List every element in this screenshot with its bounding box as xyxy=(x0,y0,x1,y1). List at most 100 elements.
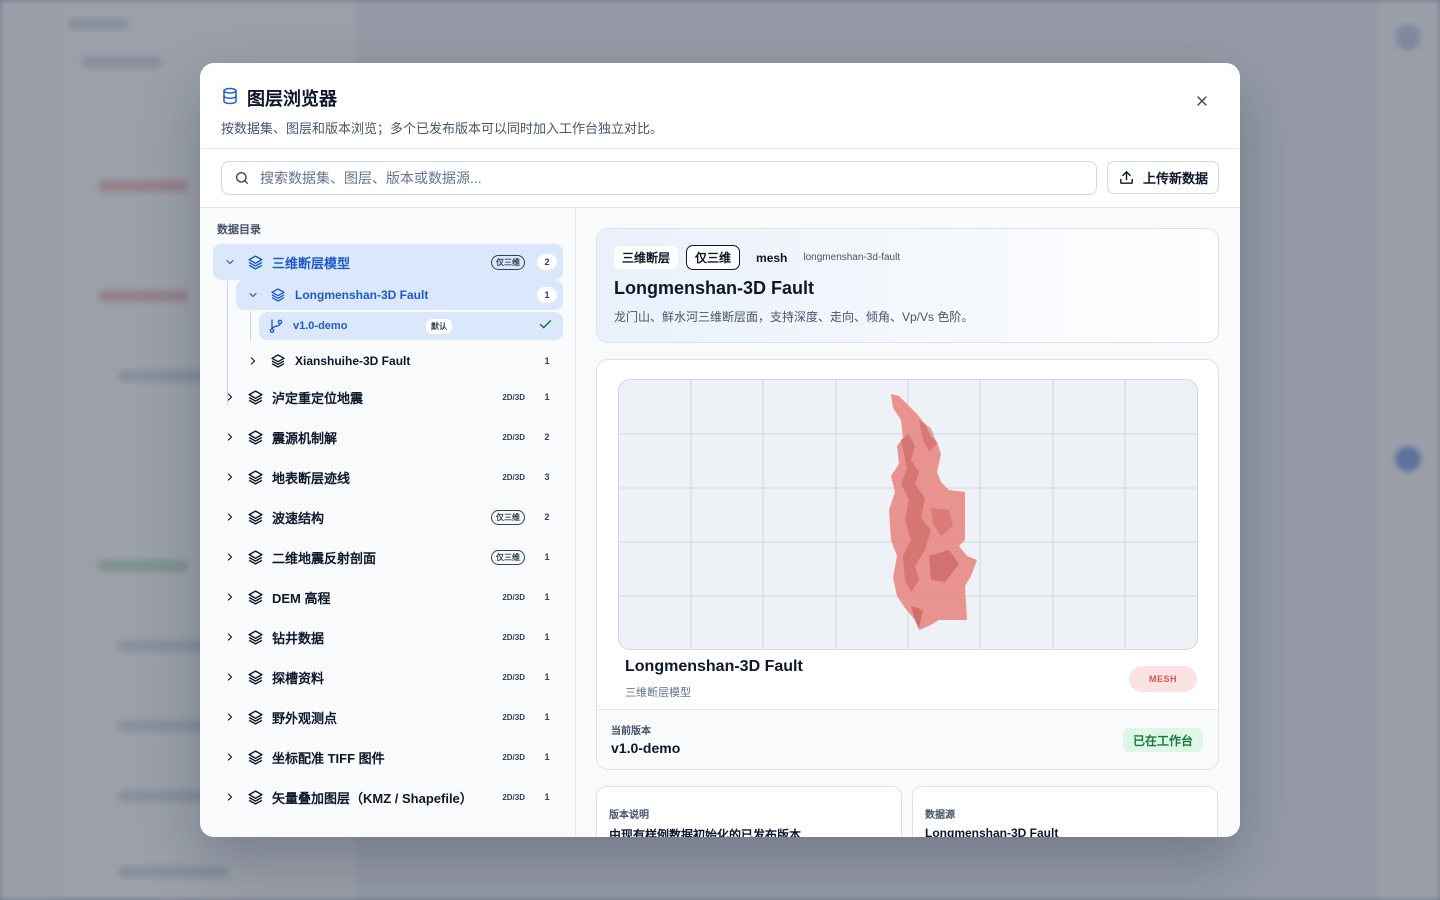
release-notes-card: 版本说明 由现有样例数据初始化的已发布版本 xyxy=(596,786,902,837)
modal-subtitle: 按数据集、图层和版本浏览；多个已发布版本可以同时加入工作台独立对比。 xyxy=(221,121,664,136)
chevron-right-icon[interactable] xyxy=(222,509,238,525)
tree-group-item[interactable]: 波速结构 仅三维 2 xyxy=(213,499,563,535)
modal-title: 图层浏览器 xyxy=(247,89,337,109)
tree-group-3d-fault-model[interactable]: 三维断层模型 仅三维 2 xyxy=(213,244,563,280)
layers-icon xyxy=(246,428,264,446)
tree-group-label: 三维断层模型 xyxy=(272,255,351,271)
tree-group-label: 坐标配准 TIFF 图件 xyxy=(272,750,385,766)
tree-group-item[interactable]: 野外观测点 2D/3D 1 xyxy=(213,699,563,735)
dimension-badge: 2D/3D xyxy=(502,472,525,482)
search-box xyxy=(221,161,1097,195)
layer-summary-card: 三维断层 仅三维 mesh longmenshan-3d-fault Longm… xyxy=(596,228,1219,343)
chevron-right-icon[interactable] xyxy=(222,589,238,605)
tree-group-label: 震源机制解 xyxy=(272,430,338,446)
type-tag: MESH xyxy=(1129,666,1197,692)
modal-header: 图层浏览器 按数据集、图层和版本浏览；多个已发布版本可以同时加入工作台独立对比。 xyxy=(200,63,1240,149)
database-icon xyxy=(221,87,239,110)
mesh-preview-canvas xyxy=(619,380,1197,649)
chevron-down-icon[interactable] xyxy=(222,254,238,270)
tree-group-item[interactable]: 矢量叠加图层（KMZ / Shapefile） 2D/3D 1 xyxy=(213,779,563,815)
default-tag: 默认 xyxy=(426,318,452,334)
tree-group-label: 钻井数据 xyxy=(272,630,325,646)
data-catalog-panel: 数据目录 三维断层模型 仅三维 2 Longmenshan-3D Fault 1… xyxy=(200,208,576,837)
count-badge: 1 xyxy=(544,752,550,762)
preview-card: Longmenshan-3D Fault 三维断层模型 MESH 当前版本 v1… xyxy=(596,359,1219,770)
dimension-badge: 仅三维 xyxy=(491,549,525,565)
chevron-right-icon[interactable] xyxy=(222,429,238,445)
chevron-right-icon[interactable] xyxy=(222,749,238,765)
tree-group-item[interactable]: 二维地震反射剖面 仅三维 1 xyxy=(213,539,563,575)
data-source-label: 数据源 xyxy=(925,810,955,821)
tree-layer-xianshuihe[interactable]: Xianshuihe-3D Fault 1 xyxy=(236,343,563,379)
chevron-right-icon[interactable] xyxy=(245,353,261,369)
dimension-badge: 2D/3D xyxy=(502,592,525,602)
tree-group-item[interactable]: 探槽资料 2D/3D 1 xyxy=(213,659,563,695)
count-badge: 1 xyxy=(544,552,550,562)
chevron-right-icon[interactable] xyxy=(222,709,238,725)
dimension-badge: 2D/3D xyxy=(502,752,525,762)
upload-icon xyxy=(1120,171,1133,184)
count-badge: 1 xyxy=(544,672,550,682)
count-badge: 3 xyxy=(544,472,550,482)
chevron-right-icon[interactable] xyxy=(222,549,238,565)
close-icon xyxy=(1197,96,1207,106)
search-toolbar: 上传新数据 xyxy=(200,149,1240,208)
release-notes-value: 由现有样例数据初始化的已发布版本 xyxy=(609,828,802,837)
preview-subtitle: 三维断层模型 xyxy=(625,687,691,699)
tree-layer-longmenshan[interactable]: Longmenshan-3D Fault 1 xyxy=(236,280,563,310)
tree-group-label: 野外观测点 xyxy=(272,710,338,726)
tree-version-v1-demo[interactable]: v1.0-demo 默认 xyxy=(259,312,563,340)
search-input[interactable] xyxy=(260,170,1060,186)
upload-label: 上传新数据 xyxy=(1142,171,1208,186)
tree-guide-line xyxy=(250,311,251,341)
dimension-badge: 2D/3D xyxy=(502,792,525,802)
data-source-card: 数据源 Longmenshan-3D Fault xyxy=(912,786,1218,837)
tree-group-label: 地表断层迹线 xyxy=(272,470,351,486)
tree-group-label: 二维地震反射剖面 xyxy=(272,550,377,566)
tree-layer-label: Longmenshan-3D Fault xyxy=(295,288,429,302)
tree-group-label: 探槽资料 xyxy=(272,670,325,686)
chevron-right-icon[interactable] xyxy=(222,389,238,405)
tree-group-item[interactable]: 钻井数据 2D/3D 1 xyxy=(213,619,563,655)
chevron-right-icon[interactable] xyxy=(222,789,238,805)
layer-slug: longmenshan-3d-fault xyxy=(803,252,901,263)
check-icon xyxy=(538,317,553,335)
layer-title: Longmenshan-3D Fault xyxy=(614,278,815,298)
upload-button[interactable]: 上传新数据 xyxy=(1107,161,1219,194)
chevron-right-icon[interactable] xyxy=(222,629,238,645)
dimension-badge: 2D/3D xyxy=(502,672,525,682)
count-badge: 2 xyxy=(544,432,550,442)
mesh-preview[interactable] xyxy=(618,379,1198,650)
layers-icon xyxy=(246,748,264,766)
count-badge: 2 xyxy=(537,254,557,270)
layers-icon xyxy=(246,548,264,566)
count-badge: 2 xyxy=(544,512,550,522)
workspace-status-badge[interactable]: 已在工作台 xyxy=(1122,728,1203,752)
close-button[interactable] xyxy=(1190,89,1214,113)
dimension-badge: 2D/3D xyxy=(502,632,525,642)
layer-detail-panel: 三维断层 仅三维 mesh longmenshan-3d-fault Longm… xyxy=(576,208,1240,837)
tree-group-item[interactable]: 泸定重定位地震 2D/3D 1 xyxy=(213,379,563,415)
count-badge: 1 xyxy=(544,356,550,366)
chevron-right-icon[interactable] xyxy=(222,469,238,485)
dimension-badge: 仅三维 xyxy=(491,254,525,270)
layer-description: 龙门山、鲜水河三维断层面，支持深度、走向、倾角、Vp/Vs 色阶。 xyxy=(614,310,974,324)
data-source-value: Longmenshan-3D Fault xyxy=(925,826,1059,837)
tree-group-item[interactable]: 地表断层迹线 2D/3D 3 xyxy=(213,459,563,495)
dimension-badge: 2D/3D xyxy=(502,392,525,402)
layers-icon xyxy=(269,286,287,304)
tree-group-item[interactable]: 震源机制解 2D/3D 2 xyxy=(213,419,563,455)
layers-icon xyxy=(246,668,264,686)
dimension-chip: 仅三维 xyxy=(686,245,741,270)
tree-group-item[interactable]: DEM 高程 2D/3D 1 xyxy=(213,579,563,615)
count-badge: 1 xyxy=(544,712,550,722)
layers-icon xyxy=(269,352,287,370)
tree-group-label: DEM 高程 xyxy=(272,590,331,606)
layers-icon xyxy=(246,468,264,486)
chevron-right-icon[interactable] xyxy=(222,669,238,685)
current-version-bar: 当前版本 v1.0-demo 已在工作台 xyxy=(597,709,1218,769)
chevron-down-icon[interactable] xyxy=(245,287,261,303)
dimension-badge: 2D/3D xyxy=(502,712,525,722)
layers-icon xyxy=(246,388,264,406)
tree-group-item[interactable]: 坐标配准 TIFF 图件 2D/3D 1 xyxy=(213,739,563,775)
